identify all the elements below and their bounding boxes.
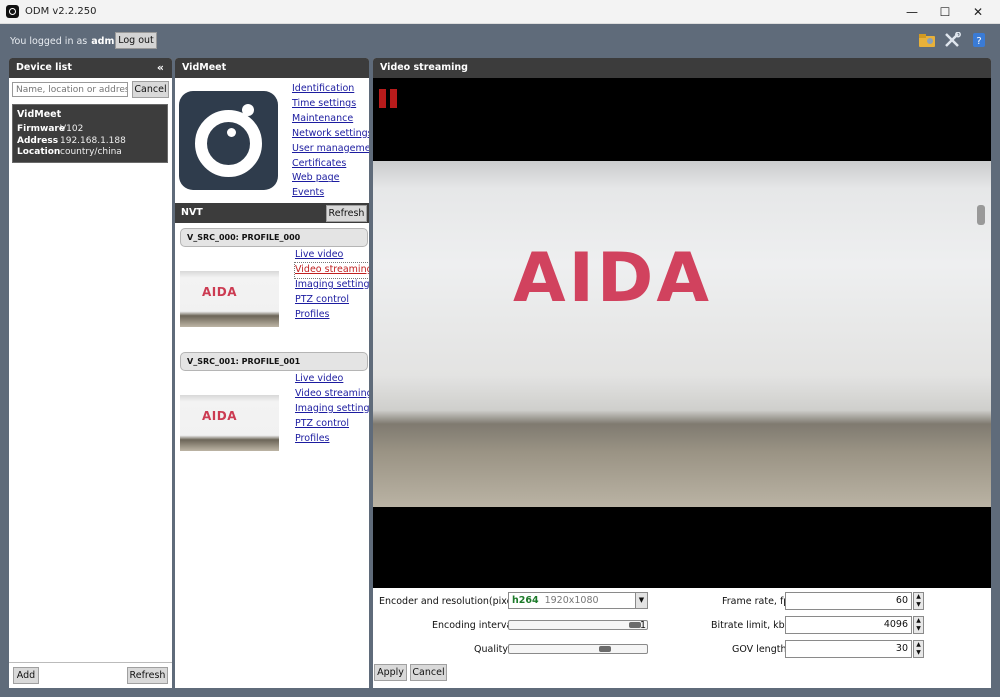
svg-text:?: ? [976, 36, 981, 47]
title-bar: ODM v2.2.250 — ☐ ✕ [0, 0, 1000, 24]
quality-label: Quality [474, 644, 508, 655]
refresh-devices-button[interactable]: Refresh [127, 667, 168, 684]
settings-folder-icon[interactable] [918, 32, 936, 48]
gov-length-stepper[interactable]: ▲ ▼ [913, 640, 924, 658]
video-clip-object [977, 205, 985, 225]
link-imaging-settings[interactable]: Imaging settings [295, 402, 369, 417]
pause-icon[interactable] [390, 89, 397, 108]
profile-links: Live video Video streaming Imaging setti… [294, 248, 369, 323]
bitrate-input[interactable]: 4096 [785, 616, 912, 634]
encoder-select[interactable]: h264 1920x1080 ▼ [508, 592, 648, 609]
video-streaming-panel: Video streaming AIDA Encoder and resolut… [373, 58, 991, 688]
link-profiles[interactable]: Profiles [295, 308, 369, 323]
encoding-interval-value: 1 [640, 620, 647, 631]
device-links: Identification Time settings Maintenance… [292, 82, 369, 201]
minimize-button[interactable]: — [896, 1, 928, 23]
link-live-video[interactable]: Live video [295, 372, 369, 387]
device-list-title: Device list [16, 62, 72, 73]
link-profiles[interactable]: Profiles [295, 432, 369, 447]
device-panel: VidMeet Identification Time settings Mai… [175, 58, 369, 688]
link-ptz-control[interactable]: PTZ control [295, 293, 369, 308]
video-panel-header: Video streaming [373, 58, 991, 78]
window-title: ODM v2.2.250 [25, 6, 97, 17]
add-device-button[interactable]: Add [13, 667, 39, 684]
frame-rate-label: Frame rate, fps [722, 596, 795, 607]
video-frame: AIDA [373, 161, 991, 507]
link-imaging-settings[interactable]: Imaging settings [295, 278, 369, 293]
close-button[interactable]: ✕ [962, 1, 994, 23]
bitrate-label: Bitrate limit, kbps [711, 620, 796, 631]
thumbnail-text: AIDA [202, 409, 237, 423]
device-row-value: 192.168.1.188 [60, 135, 126, 146]
profile-thumbnail[interactable]: AIDA [180, 395, 279, 451]
logout-button[interactable]: Log out [115, 32, 157, 49]
app-icon [6, 5, 19, 18]
tools-icon[interactable] [944, 32, 962, 48]
bitrate-stepper[interactable]: ▲ ▼ [913, 616, 924, 634]
device-location-row: Location country/china [17, 147, 167, 159]
device-row-key: Firmware [17, 124, 65, 134]
device-row-value: country/china [60, 147, 122, 157]
link-video-streaming[interactable]: Video streaming [295, 387, 369, 402]
device-row-key: Location [17, 147, 61, 157]
device-search-input[interactable] [12, 82, 128, 97]
link-network-settings[interactable]: Network settings [292, 127, 369, 142]
quality-slider[interactable] [508, 644, 648, 654]
video-player[interactable]: AIDA [373, 78, 991, 588]
link-video-streaming[interactable]: Video streaming [294, 261, 369, 279]
device-row-value: V102 [60, 124, 84, 134]
link-live-video[interactable]: Live video [295, 248, 369, 263]
login-bar: You logged in as admin Log out [0, 24, 1000, 57]
thumbnail-text: AIDA [202, 285, 237, 299]
pause-icon[interactable] [379, 89, 386, 108]
profile-thumbnail[interactable]: AIDA [180, 271, 279, 327]
login-prefix: You logged in as [10, 36, 88, 47]
encoding-interval-label: Encoding interval [432, 620, 516, 631]
link-identification[interactable]: Identification [292, 82, 369, 97]
chevron-down-icon[interactable]: ▼ [635, 593, 647, 608]
cancel-button[interactable]: Cancel [410, 664, 447, 681]
frame-rate-input[interactable]: 60 [785, 592, 912, 610]
profile-header[interactable]: V_SRC_001: PROFILE_001 [180, 352, 368, 371]
resolution-value: 1920x1080 [544, 595, 599, 606]
search-cancel-button[interactable]: Cancel [132, 81, 169, 98]
profile-header[interactable]: V_SRC_000: PROFILE_000 [180, 228, 368, 247]
link-time-settings[interactable]: Time settings [292, 97, 369, 112]
device-panel-header: VidMeet [175, 58, 369, 78]
help-icon[interactable]: ? [970, 32, 988, 48]
device-panel-title: VidMeet [182, 62, 227, 73]
encoder-label: Encoder and resolution(pixels) [379, 596, 524, 607]
apply-button[interactable]: Apply [374, 664, 407, 681]
link-user-management[interactable]: User management [292, 142, 369, 157]
gov-length-label: GOV length [732, 644, 787, 655]
device-firmware-row: Firmware V102 [17, 124, 167, 136]
device-address-row: Address 192.168.1.188 [17, 136, 167, 148]
profile-links: Live video Video streaming Imaging setti… [295, 372, 369, 447]
nvt-label: NVT [181, 207, 203, 218]
device-card[interactable]: VidMeet Firmware V102 Address 192.168.1.18… [12, 104, 168, 163]
collapse-icon[interactable]: « [157, 58, 164, 78]
login-status: You logged in as admin [10, 36, 124, 47]
divider [9, 662, 172, 663]
device-row-key: Address [17, 135, 59, 146]
device-list-header: Device list « [9, 58, 172, 78]
maximize-button[interactable]: ☐ [929, 1, 961, 23]
link-web-page[interactable]: Web page [292, 171, 369, 186]
link-maintenance[interactable]: Maintenance [292, 112, 369, 127]
codec-value: h264 [512, 595, 539, 606]
device-name: VidMeet [17, 109, 62, 120]
video-frame-text: AIDA [513, 239, 712, 318]
camera-logo-icon [179, 91, 278, 190]
video-panel-title: Video streaming [380, 62, 468, 73]
slider-thumb[interactable] [599, 646, 612, 652]
encoding-interval-slider[interactable] [508, 620, 648, 630]
device-list-panel: Device list « Cancel VidMeet FirmwareV10… [9, 58, 172, 688]
link-certificates[interactable]: Certificates [292, 157, 369, 172]
link-events[interactable]: Events [292, 186, 369, 201]
nvt-refresh-button[interactable]: Refresh [326, 205, 367, 222]
link-ptz-control[interactable]: PTZ control [295, 417, 369, 432]
gov-length-input[interactable]: 30 [785, 640, 912, 658]
frame-rate-stepper[interactable]: ▲ ▼ [913, 592, 924, 610]
